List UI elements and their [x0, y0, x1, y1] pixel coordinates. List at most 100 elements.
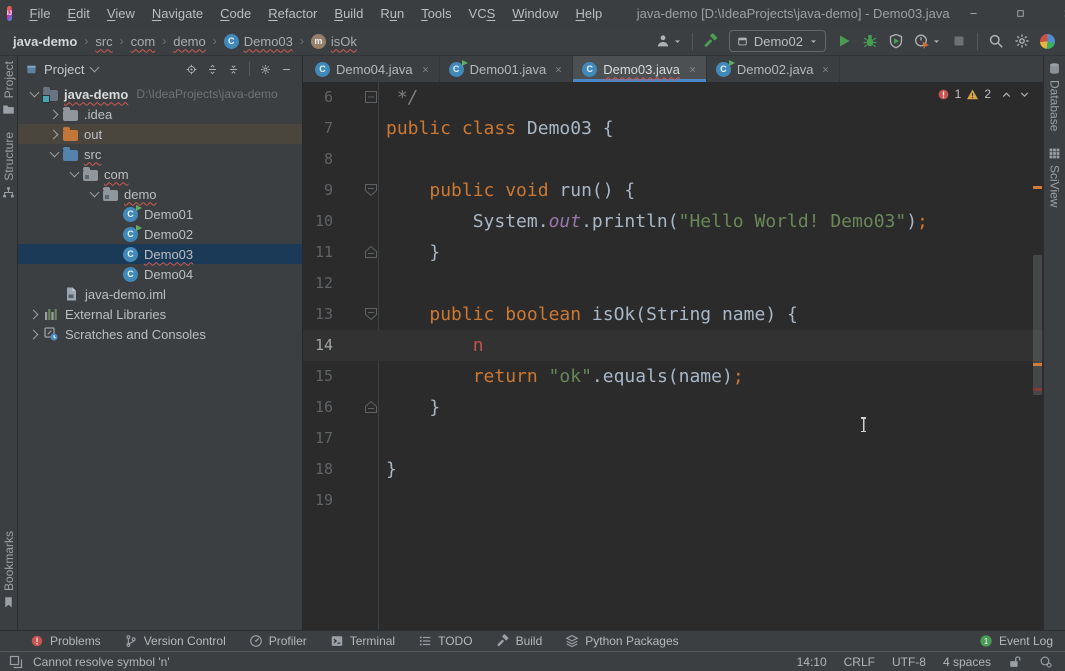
line-number[interactable]: 9	[303, 175, 333, 206]
line-number[interactable]: 15	[303, 361, 333, 392]
maximize-button[interactable]	[997, 0, 1044, 27]
menu-tools[interactable]: Tools	[413, 0, 460, 27]
code-line-19[interactable]: 19	[303, 485, 1043, 516]
tab-demo01-java[interactable]: C Demo01.java	[440, 56, 574, 82]
editor-scrollbar[interactable]	[1031, 82, 1043, 630]
run-button[interactable]	[836, 33, 852, 49]
code-text[interactable]: }	[386, 392, 1043, 423]
line-number[interactable]: 17	[303, 423, 333, 454]
previous-problem-icon[interactable]	[1000, 88, 1013, 101]
code-line-18[interactable]: 18}	[303, 454, 1043, 485]
chevron-down-icon[interactable]	[90, 62, 100, 72]
line-number[interactable]: 10	[303, 206, 333, 237]
code-line-9[interactable]: 9 public void run() {	[303, 175, 1043, 206]
tab-list-more-icon[interactable]	[1025, 56, 1043, 72]
code-text[interactable]: System.out.println("Hello World! Demo03"…	[386, 206, 1043, 237]
breadcrumb-item-demo03[interactable]: C Demo03	[223, 33, 293, 49]
code-editor[interactable]: 6 */7 public class Demo03 {8 9 public void…	[303, 82, 1043, 630]
line-number[interactable]: 7	[303, 113, 333, 144]
tree-row-com[interactable]: com	[18, 164, 302, 184]
tree-right-chevron-icon[interactable]	[28, 309, 39, 319]
tree-down-chevron-icon[interactable]	[69, 167, 80, 178]
tree-row-out[interactable]: out	[18, 124, 302, 144]
code-line-16[interactable]: 16 }	[303, 392, 1043, 423]
breadcrumb-item-src[interactable]: src	[95, 34, 112, 49]
line-number[interactable]: 16	[303, 392, 333, 423]
run-configuration-select[interactable]: Demo02	[728, 30, 826, 52]
line-number[interactable]: 8	[303, 144, 333, 175]
toolwindow-button-problems[interactable]: Problems	[30, 634, 101, 648]
code-text[interactable]: return "ok".equals(name);	[386, 361, 1043, 392]
collaboration-button[interactable]	[655, 33, 682, 49]
tree-row-demo03[interactable]: C Demo03	[18, 244, 302, 264]
code-text[interactable]: }	[386, 237, 1043, 268]
tree-down-chevron-icon[interactable]	[29, 87, 40, 98]
minimize-button[interactable]	[950, 0, 997, 27]
search-everywhere-button[interactable]	[988, 33, 1004, 49]
code-text[interactable]	[386, 268, 1043, 299]
tab-close-icon[interactable]	[421, 65, 430, 74]
tab-demo02-java[interactable]: C Demo02.java	[707, 56, 841, 82]
locate-file-button[interactable]	[186, 64, 197, 75]
tab-close-icon[interactable]	[554, 65, 563, 74]
stripe-item-structure[interactable]: Structure	[2, 132, 16, 199]
toolwindow-button-terminal[interactable]: Terminal	[330, 634, 395, 648]
code-line-15[interactable]: 15 return "ok".equals(name);	[303, 361, 1043, 392]
panel-settings-button[interactable]	[260, 64, 271, 75]
status-widget-0[interactable]: 14:10	[797, 655, 827, 669]
menu-view[interactable]: View	[98, 0, 143, 27]
collapse-all-button[interactable]	[228, 64, 239, 75]
breadcrumb-item-isok[interactable]: m isOk	[310, 33, 357, 49]
menu-code[interactable]: Code	[212, 0, 260, 27]
tree-right-chevron-icon[interactable]	[48, 129, 59, 139]
tab-close-icon[interactable]	[821, 65, 830, 74]
stripe-item-database[interactable]: Database	[1048, 62, 1062, 131]
warning-count-icon[interactable]	[966, 88, 979, 101]
menu-build[interactable]: Build	[326, 0, 372, 27]
settings-button[interactable]	[1014, 33, 1030, 49]
run-with-coverage-button[interactable]	[888, 33, 904, 49]
code-text[interactable]: public void run() {	[386, 175, 1043, 206]
menu-file[interactable]: File	[21, 0, 59, 27]
toolwindow-button-build[interactable]: Build	[496, 634, 542, 648]
code-text[interactable]: }	[386, 454, 1043, 485]
tree-down-chevron-icon[interactable]	[89, 187, 100, 198]
build-project-button[interactable]	[703, 33, 719, 49]
warning-count[interactable]: 2	[984, 87, 991, 101]
tree-row-.idea[interactable]: .idea	[18, 104, 302, 124]
scrollbar-error-mark[interactable]	[1033, 388, 1042, 391]
tab-demo03-java[interactable]: C Demo03.java	[573, 56, 707, 82]
tree-row-external libraries[interactable]: External Libraries	[18, 304, 302, 324]
line-number[interactable]: 14	[303, 330, 333, 361]
tree-down-chevron-icon[interactable]	[49, 147, 60, 158]
hide-panel-button[interactable]	[281, 64, 292, 75]
code-text[interactable]: n	[386, 330, 1043, 361]
code-text[interactable]	[386, 144, 1043, 175]
tree-right-chevron-icon[interactable]	[28, 329, 39, 339]
line-number[interactable]: 18	[303, 454, 333, 485]
status-widget-2[interactable]: UTF-8	[892, 655, 926, 669]
line-number[interactable]: 11	[303, 237, 333, 268]
tree-row-src[interactable]: src	[18, 144, 302, 164]
close-button[interactable]	[1044, 0, 1065, 27]
scrollbar-error-mark[interactable]	[1033, 186, 1042, 189]
stop-button[interactable]	[951, 33, 967, 49]
tree-row-java-demo.iml[interactable]: java-demo.iml	[18, 284, 302, 304]
menu-run[interactable]: Run	[372, 0, 413, 27]
expand-all-button[interactable]	[207, 64, 218, 75]
tree-row-demo01[interactable]: C Demo01	[18, 204, 302, 224]
debug-button[interactable]	[862, 33, 878, 49]
lock-open-icon-button[interactable]	[1008, 655, 1022, 669]
event-log-button[interactable]: 1 Event Log	[979, 634, 1053, 648]
menu-vcs[interactable]: VCS	[460, 0, 504, 27]
line-number[interactable]: 13	[303, 299, 333, 330]
profile-button[interactable]	[914, 33, 941, 49]
tree-row-java-demo[interactable]: java-demo D:\IdeaProjects\java-demo	[18, 84, 302, 104]
tree-right-chevron-icon[interactable]	[48, 109, 59, 119]
code-text[interactable]	[386, 423, 1043, 454]
menu-window[interactable]: Window	[504, 0, 567, 27]
code-line-7[interactable]: 7 public class Demo03 {	[303, 113, 1043, 144]
breadcrumb-item-java-demo[interactable]: java-demo	[13, 34, 77, 49]
fold-marker-icon[interactable]	[364, 182, 378, 198]
code-line-17[interactable]: 17	[303, 423, 1043, 454]
